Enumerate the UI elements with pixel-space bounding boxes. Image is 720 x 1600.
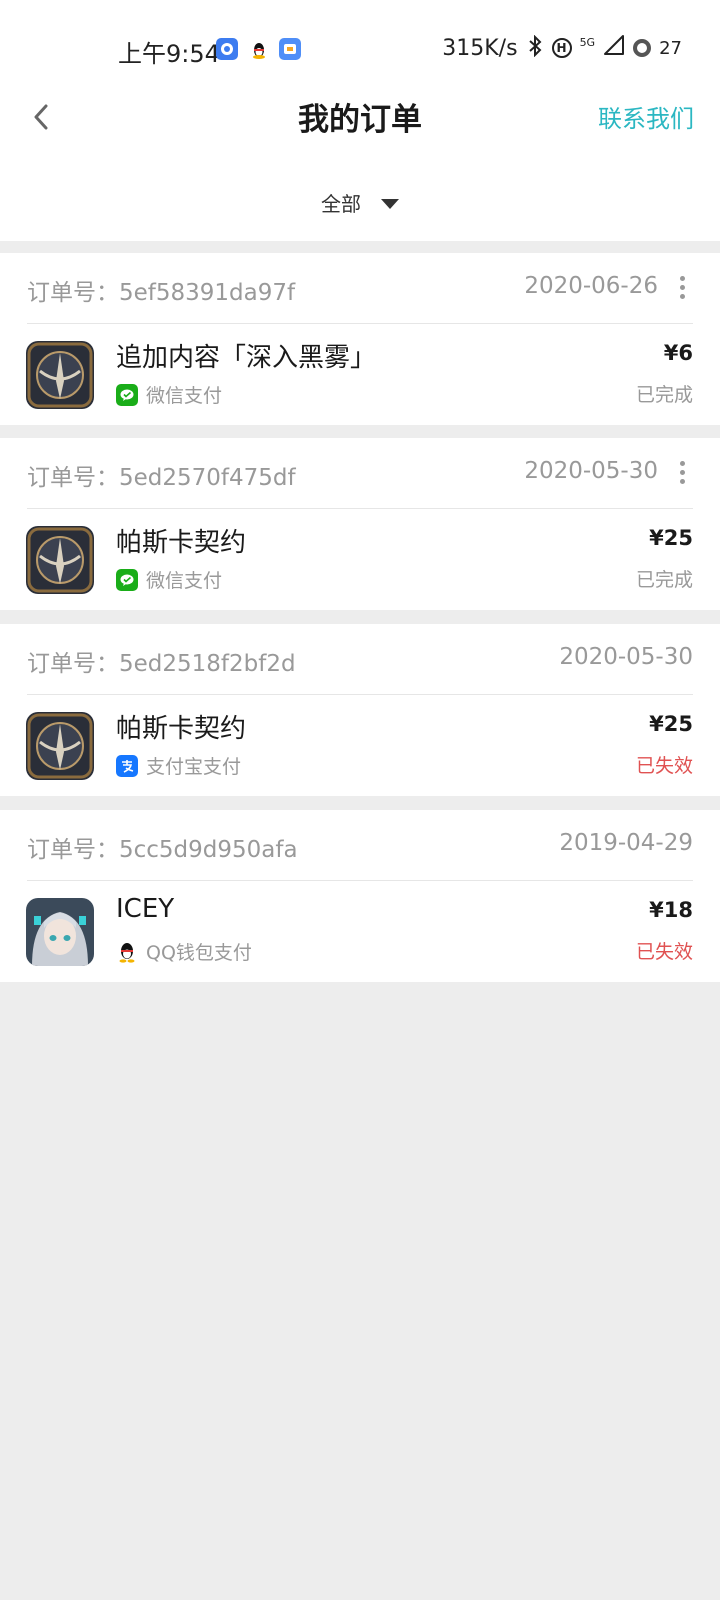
- order-header: 订单号：5ed2518f2bf2d 2020-05-30: [27, 624, 693, 695]
- alipay-icon: [116, 754, 138, 777]
- order-price: ¥25: [649, 526, 693, 550]
- filter-dropdown[interactable]: 全部: [0, 188, 720, 217]
- payment-method: 微信支付: [116, 566, 222, 593]
- order-date: 2020-05-30: [524, 458, 658, 484]
- payment-label: 支付宝支付: [146, 756, 242, 778]
- caret-down-icon: [381, 198, 399, 209]
- signal-icon: [603, 34, 625, 62]
- order-status: 已完成: [635, 384, 693, 406]
- product-name: 帕斯卡契约: [116, 528, 247, 558]
- order-number: 订单号：5ed2570f475df: [27, 465, 296, 491]
- game-icon: [26, 341, 94, 409]
- hd-icon: H: [551, 38, 572, 58]
- status-time: 上午9:54: [118, 40, 220, 68]
- app-notification-icon: [216, 38, 238, 60]
- game-icon: [26, 526, 94, 594]
- bluetooth-icon: [526, 34, 544, 62]
- wechat-pay-icon: [116, 383, 138, 406]
- order-number: 订单号：5ed2518f2bf2d: [27, 651, 296, 677]
- product-name: ICEY: [116, 894, 175, 924]
- wechat-pay-icon: [116, 568, 138, 591]
- payment-method: QQ钱包支付: [116, 938, 252, 965]
- battery-icon: [633, 39, 652, 57]
- app-notification-icon-2: [279, 38, 301, 60]
- order-status: 已失效: [635, 755, 693, 777]
- order-status: 已完成: [635, 569, 693, 591]
- order-card[interactable]: 订单号：5ed2518f2bf2d 2020-05-30 帕斯卡契约 支付宝支付…: [0, 624, 720, 796]
- payment-label: 微信支付: [146, 570, 223, 592]
- network-type: 5G: [579, 35, 596, 49]
- payment-method: 支付宝支付: [116, 752, 241, 779]
- order-date: 2020-05-30: [559, 644, 693, 670]
- payment-method: 微信支付: [116, 381, 222, 408]
- order-card[interactable]: 订单号：5ef58391da97f 2020-06-26 追加内容「深入黑雾」 …: [0, 253, 720, 425]
- header-area: 上午9:54 315K/s H 5G 27 我的订单 联系我们 全部: [0, 0, 720, 241]
- qq-notification-icon: [248, 38, 270, 60]
- order-card[interactable]: 订单号：5ed2570f475df 2020-05-30 帕斯卡契约 微信支付 …: [0, 438, 720, 610]
- contact-us-link[interactable]: 联系我们: [598, 99, 694, 134]
- network-speed: 315K/s: [442, 35, 518, 61]
- status-right: 315K/s H 5G 27: [442, 34, 682, 62]
- qq-wallet-icon: [116, 941, 138, 963]
- order-price: ¥25: [649, 712, 693, 736]
- product-name: 追加内容「深入黑雾」: [116, 343, 377, 373]
- filter-label: 全部: [321, 192, 361, 216]
- order-header: 订单号：5cc5d9d950afa 2019-04-29: [27, 810, 693, 881]
- order-status: 已失效: [635, 941, 693, 963]
- payment-label: QQ钱包支付: [146, 942, 252, 964]
- order-number: 订单号：5cc5d9d950afa: [27, 837, 298, 863]
- order-number: 订单号：5ef58391da97f: [27, 280, 296, 306]
- order-header: 订单号：5ef58391da97f 2020-06-26: [27, 253, 693, 324]
- more-options-icon[interactable]: [679, 461, 685, 487]
- status-bar: 上午9:54 315K/s H 5G 27: [0, 0, 720, 100]
- order-date: 2019-04-29: [559, 830, 693, 856]
- order-date: 2020-06-26: [524, 273, 658, 299]
- game-icon: [26, 898, 94, 966]
- order-price: ¥6: [663, 341, 693, 365]
- order-card[interactable]: 订单号：5cc5d9d950afa 2019-04-29 ICEY QQ钱包支付…: [0, 810, 720, 982]
- payment-label: 微信支付: [146, 385, 223, 407]
- order-price: ¥18: [649, 898, 693, 922]
- game-icon: [26, 712, 94, 780]
- order-header: 订单号：5ed2570f475df 2020-05-30: [27, 438, 693, 509]
- battery-level: 27: [659, 37, 682, 59]
- product-name: 帕斯卡契约: [116, 714, 247, 744]
- more-options-icon[interactable]: [679, 276, 685, 302]
